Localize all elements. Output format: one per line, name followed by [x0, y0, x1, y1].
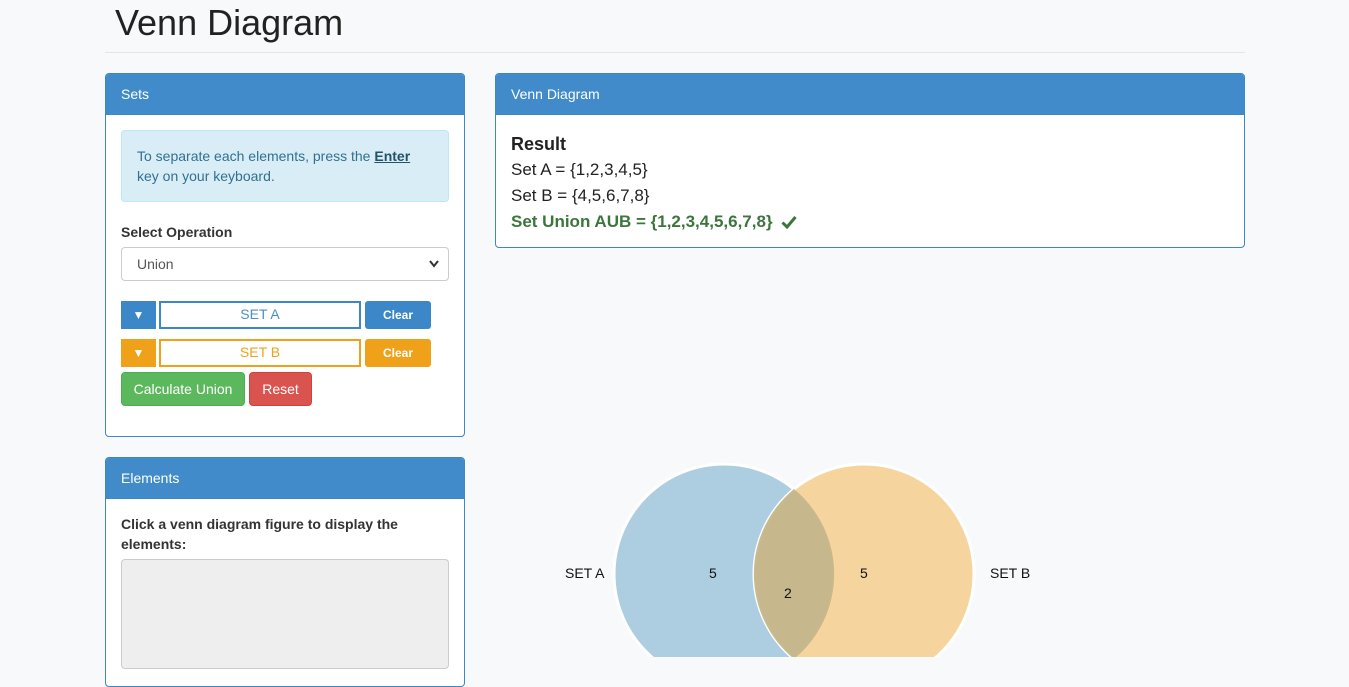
sets-panel: Sets To separate each elements, press th… [105, 73, 465, 437]
venn-panel-heading: Venn Diagram [496, 74, 1244, 115]
set-a-clear-button[interactable]: Clear [365, 301, 431, 329]
operation-selected-value: Union [137, 256, 174, 272]
info-text-before: To separate each elements, press the [137, 148, 375, 164]
calculate-union-button[interactable]: Calculate Union [121, 372, 245, 406]
venn-diagram: SET A SET B 5 5 2 [565, 462, 1030, 657]
set-b-result: Set B = {4,5,6,7,8} [511, 186, 650, 205]
set-b-label: SET B [990, 565, 1030, 581]
info-text-after: key on your keyboard. [137, 168, 275, 184]
union-result-text: Set Union AUB = {1,2,3,4,5,6,7,8} [511, 212, 773, 231]
sets-panel-heading: Sets [106, 74, 464, 115]
info-alert: To separate each elements, press the Ent… [121, 130, 449, 202]
title-divider [105, 52, 1245, 53]
elements-panel-heading: Elements [106, 458, 464, 499]
venn-result-panel: Venn Diagram Result Set A = {1,2,3,4,5} … [495, 73, 1245, 248]
set-b-clear-button[interactable]: Clear [365, 339, 431, 367]
result-title: Result [511, 134, 567, 154]
intersection-count: 2 [784, 585, 792, 601]
union-result: Set Union AUB = {1,2,3,4,5,6,7,8} [511, 209, 797, 237]
set-b-dropdown-button[interactable]: ▼ [121, 339, 156, 367]
page-title: Venn Diagram [115, 2, 344, 43]
set-b-only-count: 5 [860, 565, 868, 581]
check-icon [781, 211, 797, 237]
set-a-only-count: 5 [709, 565, 717, 581]
elements-textarea[interactable] [121, 559, 449, 669]
set-a-input[interactable]: SET A [159, 301, 361, 329]
set-a-dropdown-button[interactable]: ▼ [121, 301, 156, 329]
elements-panel: Elements Click a venn diagram figure to … [105, 457, 465, 687]
reset-button[interactable]: Reset [249, 372, 312, 406]
elements-instruction: Click a venn diagram figure to display t… [121, 516, 398, 552]
operation-select[interactable]: Union [121, 247, 449, 281]
result-block: Result Set A = {1,2,3,4,5} Set B = {4,5,… [511, 131, 797, 237]
chevron-down-icon [428, 248, 440, 292]
set-b-input[interactable]: SET B [159, 339, 361, 367]
set-a-result: Set A = {1,2,3,4,5} [511, 160, 648, 179]
operation-label: Select Operation [121, 224, 233, 240]
set-a-label: SET A [565, 565, 605, 581]
enter-link[interactable]: Enter [374, 148, 410, 164]
